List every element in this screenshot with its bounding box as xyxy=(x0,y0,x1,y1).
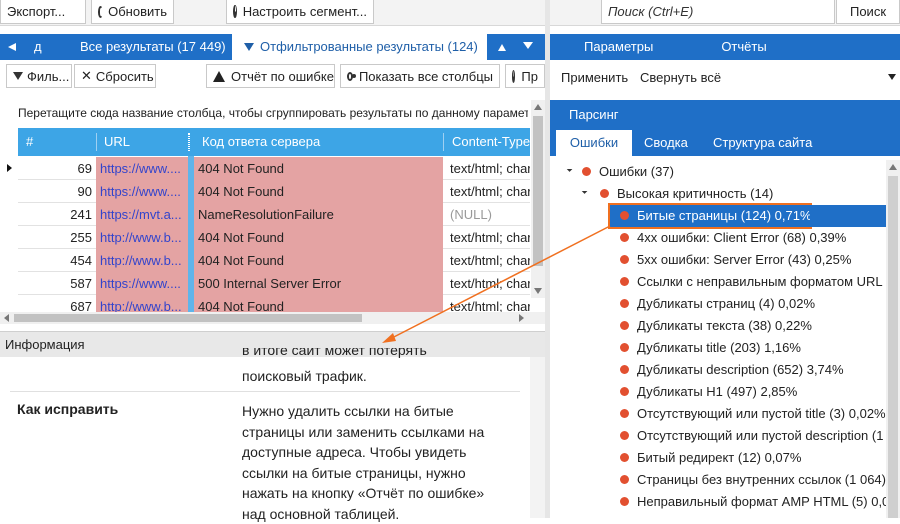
callout-arrow xyxy=(0,0,900,518)
